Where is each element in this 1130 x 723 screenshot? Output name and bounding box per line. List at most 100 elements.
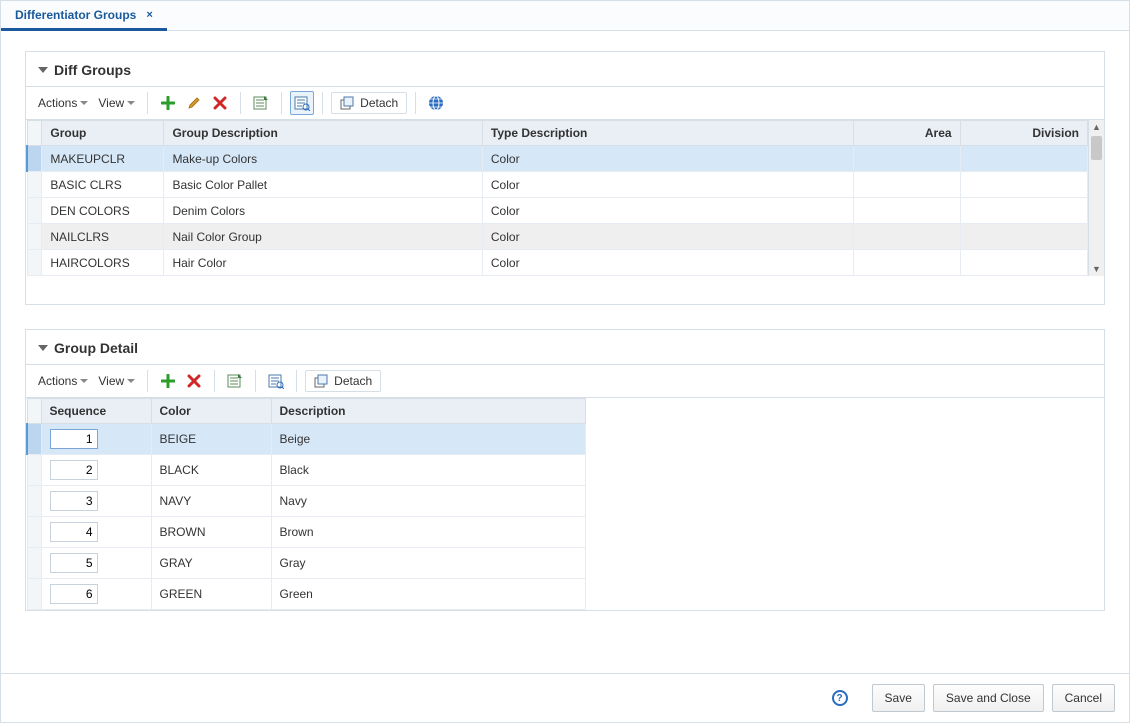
col-type[interactable]: Type Description [482, 121, 854, 146]
row-handle[interactable] [27, 424, 41, 455]
table-row[interactable]: NAILCLRSNail Color GroupColor [27, 224, 1088, 250]
save-and-close-button[interactable]: Save and Close [933, 684, 1044, 712]
cancel-button[interactable]: Cancel [1052, 684, 1115, 712]
detach-button[interactable]: Detach [331, 92, 407, 114]
cell-sequence [41, 424, 151, 455]
tab-differentiator-groups[interactable]: Differentiator Groups × [1, 0, 167, 31]
save-button[interactable]: Save [872, 684, 925, 712]
table-row[interactable]: MAKEUPCLRMake-up ColorsColor [27, 146, 1088, 172]
table-row[interactable]: GRAYGray [27, 548, 586, 579]
panel-header-diff-groups[interactable]: Diff Groups [26, 52, 1104, 86]
sequence-input[interactable] [50, 429, 98, 449]
cell-color: BROWN [151, 517, 271, 548]
table-row[interactable]: HAIRCOLORSHair ColorColor [27, 250, 1088, 276]
table-row[interactable]: NAVYNavy [27, 486, 586, 517]
close-icon[interactable]: × [146, 9, 152, 21]
actions-menu[interactable]: Actions [34, 92, 92, 114]
row-handle[interactable] [27, 146, 42, 172]
cell-sequence [41, 579, 151, 610]
col-sequence[interactable]: Sequence [41, 399, 151, 424]
cell-group: HAIRCOLORS [42, 250, 164, 276]
cell-desc: Gray [271, 548, 586, 579]
delete-button[interactable] [182, 369, 206, 393]
row-handle[interactable] [27, 579, 41, 610]
table-scrollbar[interactable]: ▲ ▼ [1088, 120, 1104, 276]
separator [296, 370, 297, 392]
table-row[interactable]: BASIC CLRSBasic Color PalletColor [27, 172, 1088, 198]
app-window: Differentiator Groups × Diff Groups Acti… [0, 0, 1130, 723]
export-icon [227, 373, 243, 389]
row-handle-header [27, 121, 42, 146]
sequence-input[interactable] [50, 460, 98, 480]
table-row[interactable]: BLACKBlack [27, 455, 586, 486]
sequence-input[interactable] [50, 491, 98, 511]
col-area[interactable]: Area [854, 121, 960, 146]
col-color[interactable]: Color [151, 399, 271, 424]
scroll-down-icon[interactable]: ▼ [1089, 262, 1104, 276]
table-diff-groups-wrap: Group Group Description Type Description… [26, 120, 1104, 276]
content-scroll[interactable]: Diff Groups Actions View [1, 31, 1129, 673]
query-button[interactable] [290, 91, 314, 115]
table-group-detail: Sequence Color Description BEIGEBeigeBLA… [26, 398, 586, 610]
translate-button[interactable] [424, 91, 448, 115]
col-description[interactable]: Description [271, 399, 586, 424]
cell-type: Color [482, 198, 854, 224]
cell-color: GREEN [151, 579, 271, 610]
chevron-down-icon [127, 379, 135, 383]
row-handle[interactable] [27, 250, 42, 276]
view-menu[interactable]: View [94, 92, 139, 114]
export-button[interactable] [249, 91, 273, 115]
cell-desc: Denim Colors [164, 198, 482, 224]
table-header-row: Sequence Color Description [27, 399, 586, 424]
disclosure-icon[interactable] [38, 67, 48, 73]
view-menu[interactable]: View [94, 370, 139, 392]
disclosure-icon[interactable] [38, 345, 48, 351]
add-button[interactable] [156, 91, 180, 115]
sequence-input[interactable] [50, 553, 98, 573]
cell-desc: Brown [271, 517, 586, 548]
table-row[interactable]: GREENGreen [27, 579, 586, 610]
edit-icon [187, 96, 201, 110]
table-diff-groups: Group Group Description Type Description… [26, 120, 1088, 276]
row-handle[interactable] [27, 198, 42, 224]
table-row[interactable]: BROWNBrown [27, 517, 586, 548]
scroll-thumb[interactable] [1091, 136, 1102, 160]
cell-desc: Make-up Colors [164, 146, 482, 172]
cell-sequence [41, 517, 151, 548]
cell-type: Color [482, 172, 854, 198]
actions-menu[interactable]: Actions [34, 370, 92, 392]
panel-header-group-detail[interactable]: Group Detail [26, 330, 1104, 364]
col-group[interactable]: Group [42, 121, 164, 146]
cell-color: NAVY [151, 486, 271, 517]
row-handle[interactable] [27, 517, 41, 548]
sequence-input[interactable] [50, 522, 98, 542]
delete-button[interactable] [208, 91, 232, 115]
cell-desc: Navy [271, 486, 586, 517]
add-button[interactable] [156, 369, 180, 393]
add-icon [161, 374, 175, 388]
scroll-up-icon[interactable]: ▲ [1089, 120, 1104, 134]
col-desc[interactable]: Group Description [164, 121, 482, 146]
row-handle[interactable] [27, 548, 41, 579]
row-handle[interactable] [27, 486, 41, 517]
sequence-input[interactable] [50, 584, 98, 604]
edit-button[interactable] [182, 91, 206, 115]
table-row[interactable]: BEIGEBeige [27, 424, 586, 455]
query-button[interactable] [264, 369, 288, 393]
row-handle[interactable] [27, 172, 42, 198]
cell-sequence [41, 548, 151, 579]
cell-color: BLACK [151, 455, 271, 486]
row-handle[interactable] [27, 455, 41, 486]
row-handle[interactable] [27, 224, 42, 250]
detach-button[interactable]: Detach [305, 370, 381, 392]
detach-icon [340, 96, 354, 110]
col-division[interactable]: Division [960, 121, 1087, 146]
separator [255, 370, 256, 392]
table-row[interactable]: DEN COLORSDenim ColorsColor [27, 198, 1088, 224]
panel-group-detail: Group Detail Actions View [25, 329, 1105, 611]
panel-title: Group Detail [54, 340, 138, 356]
panel-title: Diff Groups [54, 62, 131, 78]
separator [214, 370, 215, 392]
help-icon[interactable]: ? [832, 690, 848, 706]
export-button[interactable] [223, 369, 247, 393]
